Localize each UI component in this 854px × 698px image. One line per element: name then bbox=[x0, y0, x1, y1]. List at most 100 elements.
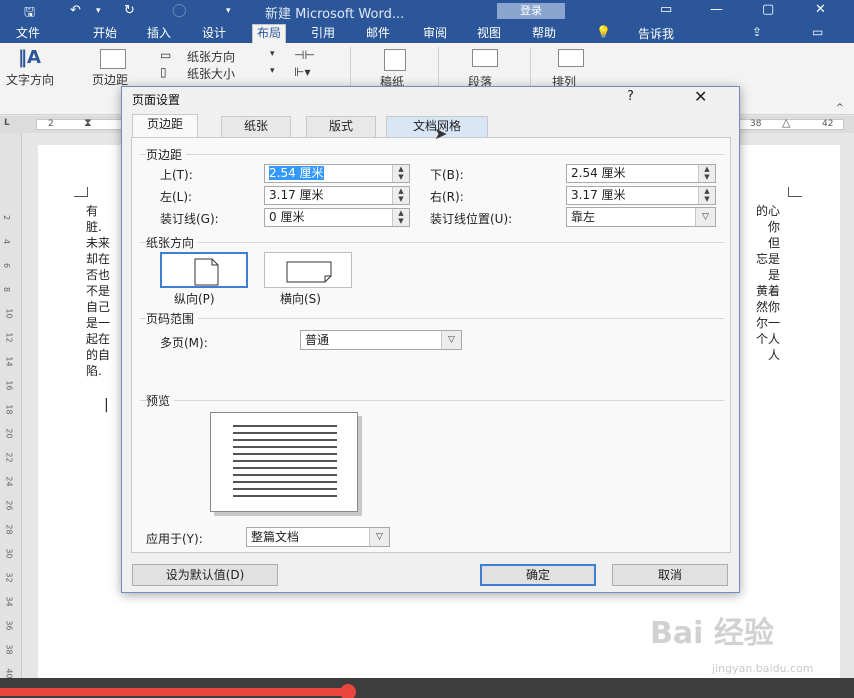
ruler-number: 26 bbox=[4, 500, 14, 511]
paragraph-icon bbox=[472, 49, 498, 67]
tab-help[interactable]: 帮助 bbox=[528, 25, 560, 43]
ruler-number: 32 bbox=[4, 572, 14, 583]
tab-home[interactable]: 开始 bbox=[89, 25, 121, 43]
spinner-buttons[interactable]: ▲ ▼ bbox=[392, 187, 409, 204]
body-text-left: 有脏. 未来 却在 否也 不是 自己 是一 起在 的自 陷. bbox=[86, 203, 126, 379]
page-setup-dialog: 页面设置 ? ✕ 页边距 纸张 版式 文档网格 页边距 上(T): 2.54 厘… bbox=[121, 86, 740, 593]
preview-line bbox=[233, 439, 337, 441]
multiple-pages-select[interactable]: 普通 ▽ bbox=[300, 330, 462, 350]
tab-paper[interactable]: 纸张 bbox=[221, 116, 291, 137]
left-margin-field[interactable]: 3.17 厘米 ▲ ▼ bbox=[264, 186, 410, 205]
body-text-line: 黄着 bbox=[755, 284, 780, 298]
tab-margins[interactable]: 页边距 bbox=[132, 114, 198, 138]
orientation-button[interactable]: 纸张方向 bbox=[187, 48, 235, 65]
size-button[interactable]: 纸张大小 bbox=[187, 65, 235, 82]
share-icon[interactable]: ⇪ bbox=[752, 25, 762, 39]
tab-layout[interactable]: 版式 bbox=[306, 116, 376, 137]
right-indent-marker-icon[interactable]: △ bbox=[782, 116, 790, 129]
ruler-number: 36 bbox=[4, 620, 14, 631]
body-text-line: 你 bbox=[767, 220, 780, 234]
ruler-number: 34 bbox=[4, 596, 14, 607]
ruler-number: 24 bbox=[4, 476, 14, 487]
set-default-button[interactable]: 设为默认值(D) bbox=[132, 564, 278, 586]
spinner-buttons[interactable]: ▲ ▼ bbox=[698, 165, 715, 182]
spinner-buttons[interactable]: ▲ ▼ bbox=[392, 165, 409, 182]
tab-panel: 页边距 上(T): 2.54 厘米 ▲ ▼ 下(B): 2.54 厘米 ▲ ▼ 左(… bbox=[131, 137, 731, 553]
spinner-buttons[interactable]: ▲ ▼ bbox=[698, 187, 715, 204]
ruler-number: 28 bbox=[4, 524, 14, 535]
landscape-option[interactable] bbox=[264, 252, 352, 288]
lightbulb-icon[interactable]: 💡 bbox=[596, 25, 611, 39]
maximize-icon[interactable]: ▢ bbox=[762, 2, 774, 17]
bottom-margin-field[interactable]: 2.54 厘米 ▲ ▼ bbox=[566, 164, 716, 183]
tab-selector-icon[interactable]: L bbox=[4, 118, 10, 128]
touch-mode-icon[interactable]: ◯ bbox=[172, 3, 187, 18]
size-chevron-icon[interactable]: ▾ bbox=[270, 66, 275, 76]
gutter-field[interactable]: 0 厘米 ▲ ▼ bbox=[264, 208, 410, 227]
tell-me-box[interactable]: 告诉我 bbox=[638, 25, 674, 42]
chevron-down-icon[interactable]: ▽ bbox=[369, 528, 389, 546]
top-margin-field[interactable]: 2.54 厘米 ▲ ▼ bbox=[264, 164, 410, 183]
orientation-chevron-icon[interactable]: ▾ bbox=[270, 49, 275, 59]
ruler-number: 14 bbox=[4, 356, 14, 367]
body-text-line: 人 bbox=[767, 348, 780, 362]
portrait-icon bbox=[194, 258, 219, 286]
text-direction-button[interactable]: 文字方向 bbox=[6, 71, 54, 88]
breaks-icon[interactable]: ⊣⊢ bbox=[294, 48, 315, 62]
preview-line bbox=[233, 474, 337, 476]
ok-button[interactable]: 确定 bbox=[480, 564, 596, 586]
document-title: 新建 Microsoft Word... bbox=[265, 7, 405, 22]
customize-icon[interactable]: ▾ bbox=[226, 6, 231, 16]
login-button[interactable]: 登录 bbox=[497, 3, 565, 19]
chevron-down-icon[interactable]: ▾ bbox=[96, 6, 101, 16]
tab-references[interactable]: 引用 bbox=[307, 25, 339, 43]
redo-icon[interactable]: ↻ bbox=[124, 3, 135, 18]
preview-line bbox=[233, 488, 337, 490]
apply-to-select[interactable]: 整篇文档 ▽ bbox=[246, 527, 390, 547]
right-margin-label: 右(R): bbox=[430, 190, 464, 204]
tab-file[interactable]: 文件 bbox=[12, 25, 44, 43]
progress-handle[interactable] bbox=[340, 684, 356, 698]
chevron-down-icon[interactable]: ▽ bbox=[695, 208, 715, 226]
arrange-icon bbox=[558, 49, 584, 67]
cancel-button[interactable]: 取消 bbox=[612, 564, 728, 586]
landscape-label[interactable]: 横向(S) bbox=[280, 290, 321, 307]
minimize-icon[interactable]: — bbox=[710, 2, 723, 17]
tab-mailings[interactable]: 邮件 bbox=[362, 25, 394, 43]
gutter-position-value: 靠左 bbox=[571, 210, 596, 224]
portrait-option[interactable] bbox=[160, 252, 248, 288]
margins-icon bbox=[100, 49, 126, 69]
video-progress-bar[interactable] bbox=[0, 678, 854, 698]
indent-marker-icon[interactable]: ⧗ bbox=[84, 116, 92, 130]
ribbon-tab-bar: 文件 开始 插入 设计 布局 引用 邮件 审阅 视图 帮助 💡 告诉我 ⇪ ▭ bbox=[0, 22, 854, 43]
line-numbers-icon[interactable]: ⊩▾ bbox=[294, 65, 310, 79]
gutter-position-select[interactable]: 靠左 ▽ bbox=[566, 207, 716, 227]
close-icon[interactable]: ✕ bbox=[694, 87, 707, 106]
tab-review[interactable]: 审阅 bbox=[419, 25, 451, 43]
ribbon-options-icon[interactable]: ▭ bbox=[660, 2, 672, 17]
preview-line bbox=[233, 460, 337, 462]
multiple-pages-value: 普通 bbox=[305, 333, 330, 347]
right-margin-field[interactable]: 3.17 厘米 ▲ ▼ bbox=[566, 186, 716, 205]
chevron-down-icon[interactable]: ▽ bbox=[441, 331, 461, 349]
body-text-line: 不是 bbox=[86, 284, 111, 298]
tab-insert[interactable]: 插入 bbox=[143, 25, 175, 43]
body-text-line: 的自 bbox=[86, 348, 111, 362]
ruler-number: 16 bbox=[4, 380, 14, 391]
landscape-icon bbox=[286, 261, 332, 283]
ruler-number: 2 bbox=[2, 214, 12, 221]
tab-design[interactable]: 设计 bbox=[198, 25, 230, 43]
spinner-buttons[interactable]: ▲ ▼ bbox=[392, 209, 409, 226]
comment-icon[interactable]: ▭ bbox=[812, 25, 823, 39]
body-text-line: 脏. bbox=[86, 220, 102, 234]
collapse-ribbon-icon[interactable]: ^ bbox=[836, 103, 844, 113]
close-window-icon[interactable]: ✕ bbox=[815, 2, 826, 17]
margins-section-label: 页边距 bbox=[146, 146, 187, 163]
help-icon[interactable]: ? bbox=[627, 89, 634, 104]
gutter-position-label: 装订线位置(U): bbox=[430, 212, 513, 226]
tab-layout[interactable]: 布局 bbox=[252, 24, 287, 43]
undo-icon[interactable]: ↶ bbox=[70, 3, 81, 18]
portrait-label[interactable]: 纵向(P) bbox=[174, 290, 215, 307]
gutter-value: 0 厘米 bbox=[269, 210, 305, 224]
tab-view[interactable]: 视图 bbox=[473, 25, 505, 43]
